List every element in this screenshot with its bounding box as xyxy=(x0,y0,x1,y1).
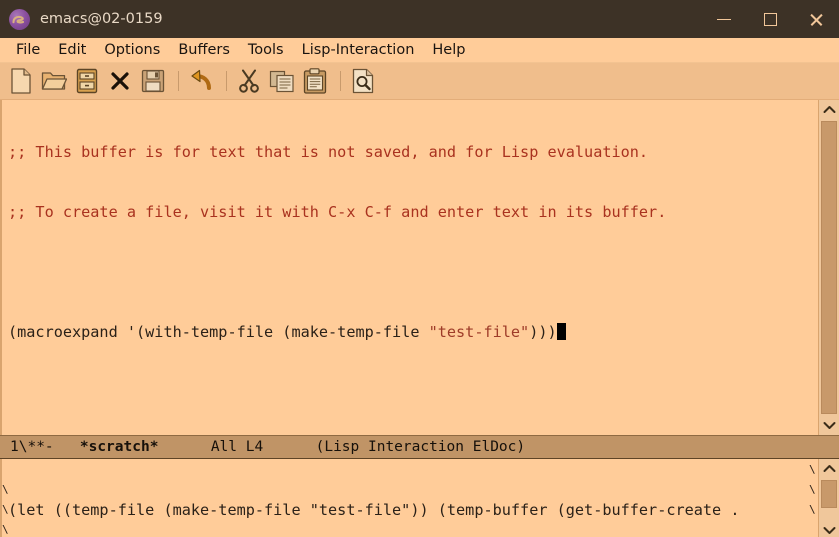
minibuffer-left-fringe: \ \ \ xyxy=(0,459,8,537)
buffer-text-content[interactable]: ;; This buffer is for text that is not s… xyxy=(8,100,818,435)
cut-icon xyxy=(239,69,259,93)
buffer-vertical-scrollbar[interactable] xyxy=(818,100,839,435)
window-title: emacs@02-0159 xyxy=(40,11,163,27)
mode-line-position: All L4 xyxy=(210,439,264,455)
emacs-logo-icon xyxy=(9,8,30,30)
wrap-marker-right-2: \ xyxy=(809,483,816,496)
save-as-icon xyxy=(141,69,165,93)
minibuffer-right-fringe: \ \ \ xyxy=(809,459,818,537)
menu-item-options[interactable]: Options xyxy=(95,38,169,63)
buffer-line-code: (macroexpand '(with-temp-file (make-temp… xyxy=(8,322,818,342)
scroll-track[interactable] xyxy=(819,119,839,416)
maximize-button[interactable] xyxy=(747,0,793,38)
copy-button[interactable] xyxy=(267,66,297,96)
minibuffer-scroll-up-arrow-icon[interactable] xyxy=(819,459,839,478)
mode-line-modes[interactable]: (Lisp Interaction ElDoc) xyxy=(316,439,526,455)
code-expr-suffix: ))) xyxy=(529,323,557,341)
menu-item-buffers[interactable]: Buffers xyxy=(169,38,239,63)
search-icon xyxy=(352,68,374,94)
copy-icon xyxy=(269,70,294,93)
close-icon xyxy=(809,12,824,27)
tool-bar xyxy=(0,63,839,100)
save-as-button[interactable] xyxy=(138,66,168,96)
undo-icon xyxy=(190,69,211,90)
wrap-marker-right-3: \ xyxy=(809,503,816,516)
wrap-marker-right-4 xyxy=(809,520,818,537)
title-bar: emacs@02-0159 xyxy=(0,0,839,38)
scroll-thumb[interactable] xyxy=(821,121,837,414)
cut-button[interactable] xyxy=(234,66,264,96)
mode-line-gap-3 xyxy=(263,439,315,455)
buffer-line-comment-1: ;; This buffer is for text that is not s… xyxy=(8,143,649,161)
scroll-down-arrow-icon[interactable] xyxy=(819,416,839,435)
window-controls xyxy=(701,0,839,38)
menu-item-file[interactable]: File xyxy=(7,38,49,63)
mode-line-gap-1 xyxy=(54,439,80,455)
undo-button[interactable] xyxy=(186,66,216,96)
paste-button[interactable] xyxy=(300,66,330,96)
close-button[interactable] xyxy=(793,0,839,38)
minibuffer-scroll-track[interactable] xyxy=(819,478,839,521)
code-string-literal: "test-file" xyxy=(428,323,530,341)
close-buffer-icon xyxy=(111,72,129,90)
menu-item-edit[interactable]: Edit xyxy=(49,38,95,63)
scroll-up-arrow-icon[interactable] xyxy=(819,100,839,119)
mode-line-gap-2 xyxy=(158,439,210,455)
minimize-icon xyxy=(717,18,731,20)
buffer-line-blank xyxy=(8,262,818,282)
minibuffer-scroll-thumb[interactable] xyxy=(821,480,837,509)
buffer-line-comment-2: ;; To create a file, visit it with C-x C… xyxy=(8,203,667,221)
title-bar-left: emacs@02-0159 xyxy=(0,8,701,30)
new-file-button[interactable] xyxy=(6,66,36,96)
code-expr-prefix: (macroexpand '(with-temp-file (make-temp… xyxy=(8,323,429,341)
minibuffer-line-1: (let ((temp-file (make-temp-file "test-f… xyxy=(8,501,740,519)
menu-item-tools[interactable]: Tools xyxy=(239,38,293,63)
minibuffer-scroll-down-arrow-icon[interactable] xyxy=(819,521,839,537)
paste-icon xyxy=(303,68,327,94)
minimize-button[interactable] xyxy=(701,0,747,38)
menu-item-lisp-interaction[interactable]: Lisp-Interaction xyxy=(293,38,424,63)
wrap-marker-right-1: \ xyxy=(809,463,816,476)
emacs-window: emacs@02-0159 File Edit Options Buffers … xyxy=(0,0,839,537)
menu-bar: File Edit Options Buffers Tools Lisp-Int… xyxy=(0,38,839,63)
close-buffer-button[interactable] xyxy=(105,66,135,96)
mode-line-indicators: 1\**- xyxy=(10,439,54,455)
text-cursor xyxy=(556,323,566,340)
buffer-left-fringe xyxy=(0,100,8,435)
open-file-icon xyxy=(41,72,67,90)
mode-line-buffer-name[interactable]: *scratch* xyxy=(80,439,159,455)
buffer-window[interactable]: ;; This buffer is for text that is not s… xyxy=(0,100,839,435)
minibuffer-vertical-scrollbar[interactable] xyxy=(818,459,839,537)
toolbar-separator xyxy=(340,71,341,91)
minibuffer-text-content[interactable]: (let ((temp-file (make-temp-file "test-f… xyxy=(8,459,809,537)
new-file-icon xyxy=(11,68,31,94)
search-button[interactable] xyxy=(348,66,378,96)
open-file-button[interactable] xyxy=(39,66,69,96)
toolbar-separator xyxy=(226,71,227,91)
menu-item-help[interactable]: Help xyxy=(423,38,474,63)
mode-line[interactable]: 1\**- *scratch* All L4 (Lisp Interaction… xyxy=(0,435,839,459)
maximize-icon xyxy=(763,12,777,26)
save-buffer-button[interactable] xyxy=(72,66,102,96)
save-buffer-icon xyxy=(76,68,98,94)
toolbar-separator xyxy=(178,71,179,91)
minibuffer-window[interactable]: \ \ \ (let ((temp-file (make-temp-file "… xyxy=(0,459,839,537)
